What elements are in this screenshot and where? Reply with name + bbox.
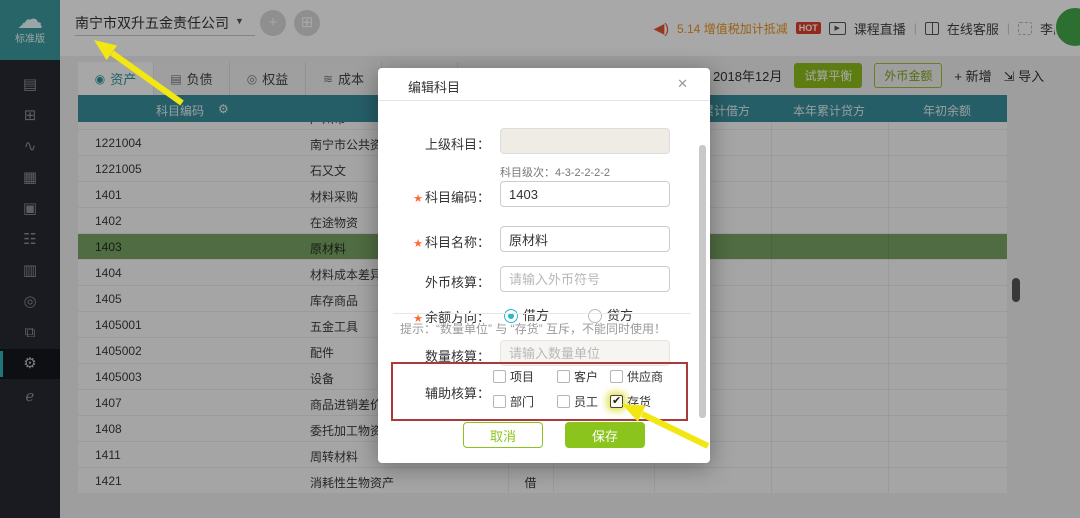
- divider: [393, 313, 691, 314]
- foreign-currency-input[interactable]: [500, 266, 670, 292]
- save-button[interactable]: 保存: [565, 422, 645, 448]
- parent-account-label: 上级科目：: [400, 134, 490, 153]
- modal-title: 编辑科目: [408, 77, 460, 96]
- required-star: ★: [413, 193, 423, 205]
- modal-header: 编辑科目 ✕: [378, 68, 710, 101]
- parent-account-input[interactable]: [500, 128, 670, 154]
- foreign-currency-label: 外币核算：: [400, 272, 490, 291]
- code-label: ★科目编码：: [400, 187, 490, 206]
- name-input[interactable]: [500, 226, 670, 252]
- level-hint: 科目级次：4-3-2-2-2-2: [500, 164, 610, 180]
- annotation-red-box: [391, 362, 688, 421]
- required-star: ★: [413, 238, 423, 250]
- code-input[interactable]: [500, 181, 670, 207]
- close-icon[interactable]: ✕: [677, 76, 688, 92]
- name-label: ★科目名称：: [400, 232, 490, 251]
- modal-scrollbar[interactable]: [699, 145, 706, 418]
- cancel-button[interactable]: 取消: [463, 422, 543, 448]
- mutual-exclusion-tip: 提示：“数量单位” 与 “存货” 互斥，不能同时使用！: [400, 320, 666, 337]
